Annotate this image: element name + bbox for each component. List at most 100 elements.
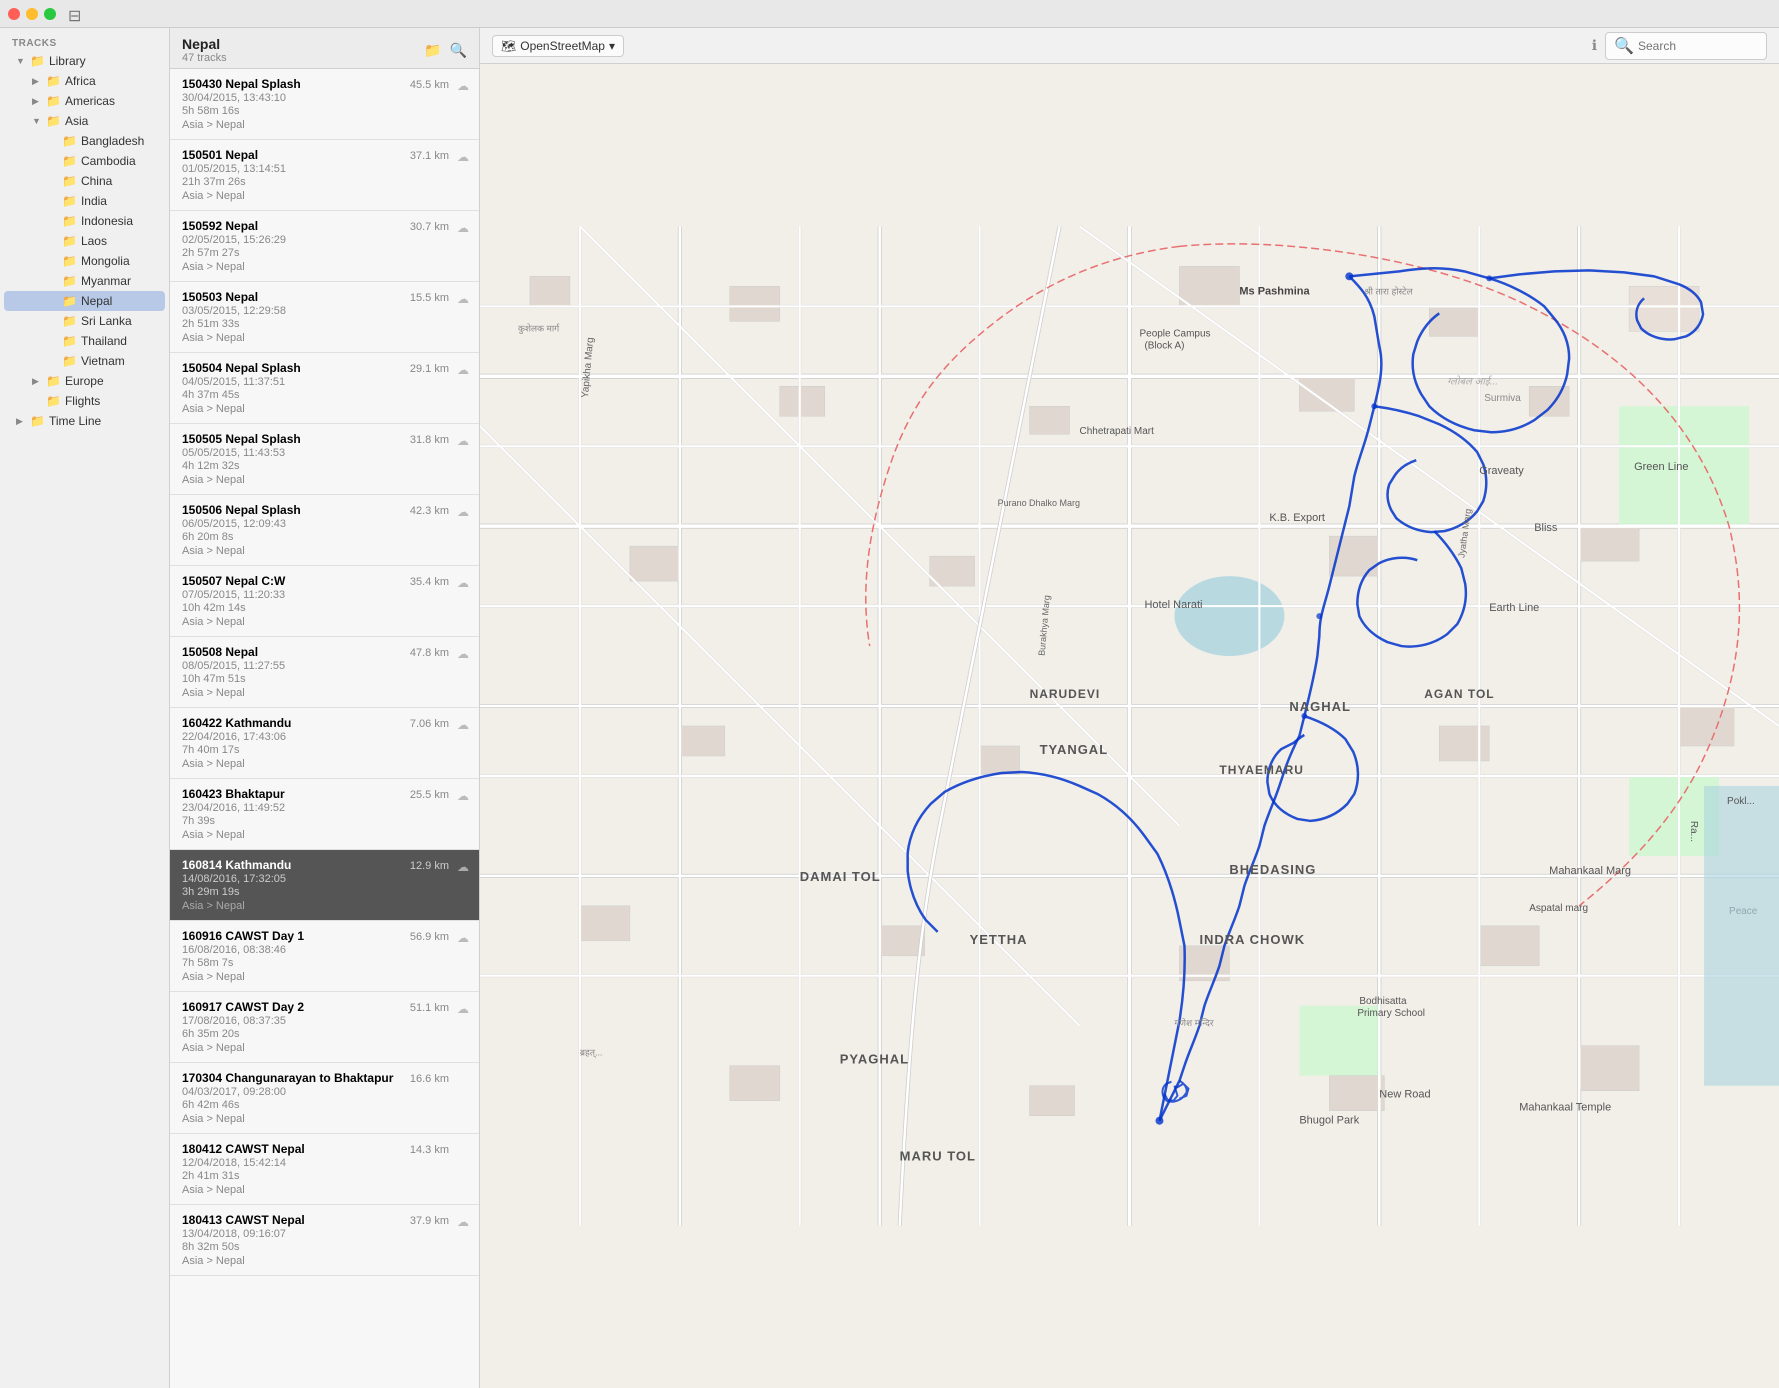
track-item[interactable]: 150430 Nepal Splash 30/04/2015, 13:43:10… xyxy=(170,69,479,140)
sidebar-section-tracks: Tracks xyxy=(0,32,169,51)
svg-text:Ms Pashmina: Ms Pashmina xyxy=(1239,285,1310,297)
search-input[interactable] xyxy=(1638,39,1758,53)
minimize-button[interactable] xyxy=(26,8,38,20)
cloud-icon: ☁ xyxy=(457,505,469,519)
track-distance: 42.3 km xyxy=(410,505,449,517)
track-date: 06/05/2015, 12:09:43 xyxy=(182,518,467,530)
folder-icon: 📁 xyxy=(46,74,61,88)
track-distance: 31.8 km xyxy=(410,434,449,446)
track-item[interactable]: 150506 Nepal Splash 06/05/2015, 12:09:43… xyxy=(170,495,479,566)
track-duration: 7h 58m 7s xyxy=(182,957,467,969)
sidebar-item-indonesia[interactable]: ▶ 📁 Indonesia xyxy=(4,211,165,231)
track-distance: 25.5 km xyxy=(410,789,449,801)
folder-icon: 📁 xyxy=(62,254,77,268)
chevron-down-icon: ▾ xyxy=(609,39,615,53)
arrow-icon: ▶ xyxy=(32,76,42,87)
search-box[interactable]: 🔍 xyxy=(1605,32,1767,60)
close-button[interactable] xyxy=(8,8,20,20)
sidebar-item-china[interactable]: ▶ 📁 China xyxy=(4,171,165,191)
track-date: 01/05/2015, 13:14:51 xyxy=(182,163,467,175)
sidebar-item-bangladesh[interactable]: ▶ 📁 Bangladesh xyxy=(4,131,165,151)
info-button[interactable]: ℹ xyxy=(1592,37,1597,54)
sidebar-item-myanmar[interactable]: ▶ 📁 Myanmar xyxy=(4,271,165,291)
svg-text:NARUDEVI: NARUDEVI xyxy=(1030,687,1101,701)
sidebar-item-mongolia[interactable]: ▶ 📁 Mongolia xyxy=(4,251,165,271)
sidebar-item-library[interactable]: ▼ 📁 Library xyxy=(4,51,165,71)
track-item[interactable]: 180413 CAWST Nepal 13/04/2018, 09:16:07 … xyxy=(170,1205,479,1276)
track-distance: 47.8 km xyxy=(410,647,449,659)
sidebar-item-label: Sri Lanka xyxy=(81,314,132,328)
track-item[interactable]: 150503 Nepal 03/05/2015, 12:29:58 2h 51m… xyxy=(170,282,479,353)
cloud-icon: ☁ xyxy=(457,363,469,377)
track-item[interactable]: 180412 CAWST Nepal 12/04/2018, 15:42:14 … xyxy=(170,1134,479,1205)
sidebar-toggle[interactable]: ⊟ xyxy=(68,6,84,22)
sidebar-item-vietnam[interactable]: ▶ 📁 Vietnam xyxy=(4,351,165,371)
sidebar-item-label: Africa xyxy=(65,74,96,88)
sidebar-item-label: Cambodia xyxy=(81,154,136,168)
sidebar-item-label: Library xyxy=(49,54,86,68)
track-duration: 2h 57m 27s xyxy=(182,247,467,259)
cloud-icon: ☁ xyxy=(457,221,469,235)
svg-text:Surmiva: Surmiva xyxy=(1484,393,1521,404)
track-duration: 4h 12m 32s xyxy=(182,460,467,472)
track-item[interactable]: 160814 Kathmandu 14/08/2016, 17:32:05 3h… xyxy=(170,850,479,921)
track-item[interactable]: 150592 Nepal 02/05/2015, 15:26:29 2h 57m… xyxy=(170,211,479,282)
sidebar-item-cambodia[interactable]: ▶ 📁 Cambodia xyxy=(4,151,165,171)
track-item[interactable]: 150507 Nepal C:W 07/05/2015, 11:20:33 10… xyxy=(170,566,479,637)
track-item[interactable]: 170304 Changunarayan to Bhaktapur 04/03/… xyxy=(170,1063,479,1134)
cloud-icon: ☁ xyxy=(457,150,469,164)
track-distance: 45.5 km xyxy=(410,79,449,91)
track-distance: 56.9 km xyxy=(410,931,449,943)
sidebar-item-timeline[interactable]: ▶ 📁 Time Line xyxy=(4,411,165,431)
map-background[interactable]: Yapikha Marg Purano Dhalko Marg Burakhya… xyxy=(480,64,1779,1388)
sidebar-item-laos[interactable]: ▶ 📁 Laos xyxy=(4,231,165,251)
track-path: Asia > Nepal xyxy=(182,616,467,628)
track-item[interactable]: 160422 Kathmandu 22/04/2016, 17:43:06 7h… xyxy=(170,708,479,779)
track-list-header: Nepal 47 tracks 📁 🔍 xyxy=(170,28,479,69)
track-item[interactable]: 160916 CAWST Day 1 16/08/2016, 08:38:46 … xyxy=(170,921,479,992)
svg-text:Chhetrapati Mart: Chhetrapati Mart xyxy=(1080,426,1155,437)
folder-icon: 📁 xyxy=(46,394,61,408)
track-item[interactable]: 150505 Nepal Splash 05/05/2015, 11:43:53… xyxy=(170,424,479,495)
sidebar-item-europe[interactable]: ▶ 📁 Europe xyxy=(4,371,165,391)
map-toolbar-right: ℹ 🔍 xyxy=(1592,32,1767,60)
track-item[interactable]: 150501 Nepal 01/05/2015, 13:14:51 21h 37… xyxy=(170,140,479,211)
track-duration: 2h 51m 33s xyxy=(182,318,467,330)
track-duration: 21h 37m 26s xyxy=(182,176,467,188)
svg-text:Graveaty: Graveaty xyxy=(1479,465,1524,477)
sidebar-item-label: Thailand xyxy=(81,334,127,348)
sidebar-item-sri-lanka[interactable]: ▶ 📁 Sri Lanka xyxy=(4,311,165,331)
track-item[interactable]: 150508 Nepal 08/05/2015, 11:27:55 10h 47… xyxy=(170,637,479,708)
sidebar-item-thailand[interactable]: ▶ 📁 Thailand xyxy=(4,331,165,351)
sidebar-item-india[interactable]: ▶ 📁 India xyxy=(4,191,165,211)
sidebar-item-americas[interactable]: ▶ 📁 Americas xyxy=(4,91,165,111)
map-source-selector[interactable]: 🗺 OpenStreetMap ▾ xyxy=(492,35,624,57)
track-distance: 30.7 km xyxy=(410,221,449,233)
track-item[interactable]: 160917 CAWST Day 2 17/08/2016, 08:37:35 … xyxy=(170,992,479,1063)
track-distance: 29.1 km xyxy=(410,363,449,375)
sidebar-item-label: Mongolia xyxy=(81,254,130,268)
cloud-icon: ☁ xyxy=(457,292,469,306)
track-date: 08/05/2015, 11:27:55 xyxy=(182,660,467,672)
track-distance: 51.1 km xyxy=(410,1002,449,1014)
sidebar-item-nepal[interactable]: ▶ 📁 Nepal xyxy=(4,291,165,311)
folder-action-button[interactable]: 📁 xyxy=(424,42,441,59)
title-bar: ⊟ xyxy=(0,0,1779,28)
sidebar-item-label: India xyxy=(81,194,107,208)
track-duration: 4h 37m 45s xyxy=(182,389,467,401)
map-icon: 🗺 xyxy=(501,39,516,53)
svg-text:श्री तारा होस्टेल: श्री तारा होस्टेल xyxy=(1364,285,1413,296)
track-distance: 7.06 km xyxy=(410,718,449,730)
track-item[interactable]: 150504 Nepal Splash 04/05/2015, 11:37:51… xyxy=(170,353,479,424)
maximize-button[interactable] xyxy=(44,8,56,20)
sidebar-item-flights[interactable]: ▶ 📁 Flights xyxy=(4,391,165,411)
svg-text:Ra...: Ra... xyxy=(1688,821,1699,842)
sidebar-item-africa[interactable]: ▶ 📁 Africa xyxy=(4,71,165,91)
track-distance: 14.3 km xyxy=(410,1144,449,1156)
folder-icon: 📁 xyxy=(62,174,77,188)
track-item[interactable]: 160423 Bhaktapur 23/04/2016, 11:49:52 7h… xyxy=(170,779,479,850)
search-action-button[interactable]: 🔍 xyxy=(450,42,467,59)
track-path: Asia > Nepal xyxy=(182,119,467,131)
track-date: 12/04/2018, 15:42:14 xyxy=(182,1157,467,1169)
sidebar-item-asia[interactable]: ▼ 📁 Asia xyxy=(4,111,165,131)
